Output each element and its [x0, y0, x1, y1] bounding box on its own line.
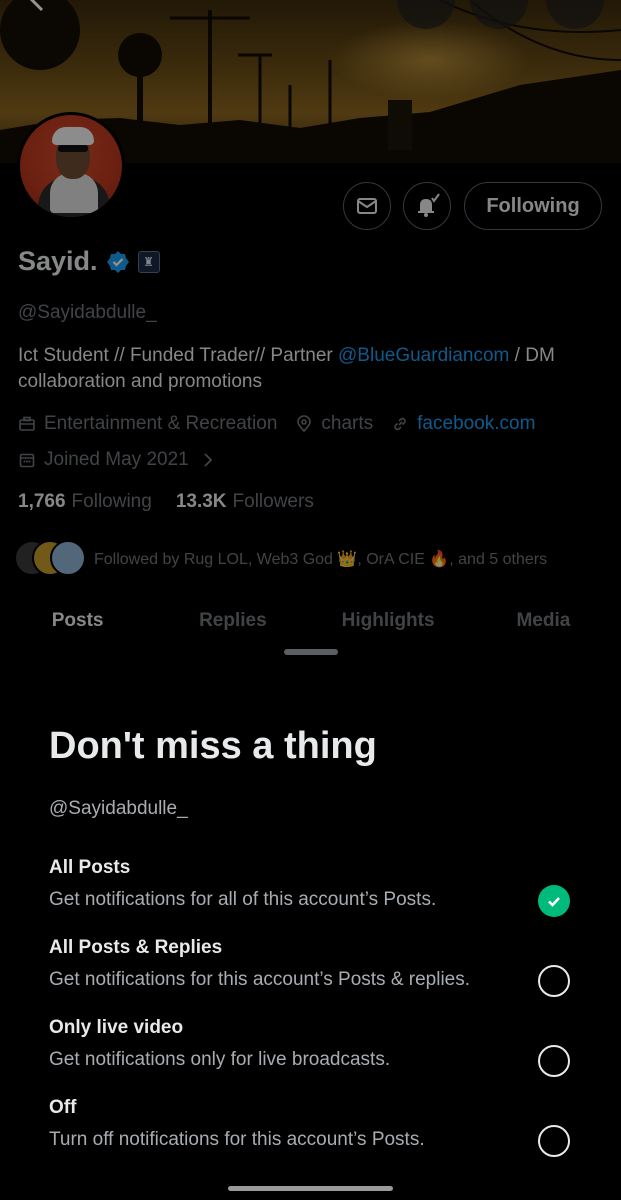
location-icon	[297, 415, 312, 433]
notification-settings-sheet: Don't miss a thing @Sayidabdulle_ All Po…	[0, 649, 621, 1200]
category-item: Entertainment & Recreation	[18, 413, 277, 435]
following-count: 1,766	[18, 491, 66, 512]
category-label: Entertainment & Recreation	[44, 413, 278, 434]
briefcase-icon	[19, 416, 35, 431]
option-description: Get notifications only for live broadcas…	[49, 1049, 391, 1070]
tab-replies[interactable]: Replies	[155, 596, 310, 646]
followers-count: 13.3K	[175, 491, 227, 512]
back-icon[interactable]	[22, 0, 52, 16]
website-item[interactable]: facebook.com	[391, 413, 535, 435]
bell-check-icon	[418, 193, 440, 217]
bio: Ict Student // Funded Trader// Partner @…	[18, 343, 608, 395]
joined-label: Joined May 2021	[44, 449, 189, 470]
calendar-icon	[19, 453, 35, 468]
option-only-live-video[interactable]: Only live video Get notifications only f…	[49, 1017, 589, 1083]
profile-meta-row: Entertainment & Recreation charts facebo…	[18, 413, 545, 435]
option-all-posts-replies[interactable]: All Posts & Replies Get notifications fo…	[49, 937, 589, 1003]
radio-selected[interactable]	[538, 885, 570, 917]
radio-unselected[interactable]	[538, 1125, 570, 1157]
profile-tabs: Posts Replies Highlights Media	[0, 596, 621, 646]
following-label: Following	[71, 491, 152, 512]
joined-row[interactable]: Joined May 2021	[18, 449, 215, 471]
option-title: Only live video	[49, 1017, 184, 1038]
tab-highlights[interactable]: Highlights	[311, 596, 466, 646]
location-label: charts	[321, 413, 374, 434]
bio-mention-link[interactable]: @BlueGuardiancom	[338, 345, 509, 366]
name-row: Sayid. ♜	[18, 246, 160, 277]
radio-unselected[interactable]	[538, 965, 570, 997]
avatar[interactable]	[17, 112, 125, 220]
following-button[interactable]: Following	[464, 182, 602, 230]
sheet-title: Don't miss a thing	[49, 725, 377, 767]
followed-by-row[interactable]: Followed by Rug LOL, Web3 God 👑, OrA CIE…	[14, 540, 547, 578]
following-stat[interactable]: 1,766 Following	[18, 491, 152, 513]
verified-icon[interactable]	[106, 250, 130, 274]
option-title: All Posts	[49, 857, 131, 878]
chevron-right-icon	[204, 453, 212, 467]
message-button[interactable]	[343, 182, 391, 230]
option-description: Get notifications for this account’s Pos…	[49, 969, 471, 990]
website-link[interactable]: facebook.com	[417, 413, 535, 435]
option-title: All Posts & Replies	[49, 937, 223, 958]
followed-by-avatars	[14, 540, 86, 578]
option-off[interactable]: Off Turn off notifications for this acco…	[49, 1097, 589, 1163]
radio-unselected[interactable]	[538, 1045, 570, 1077]
link-icon	[394, 417, 406, 431]
sheet-drag-handle[interactable]	[284, 649, 338, 655]
tab-posts[interactable]: Posts	[0, 596, 155, 646]
system-home-indicator[interactable]	[228, 1186, 393, 1191]
tab-media[interactable]: Media	[466, 596, 621, 646]
notifications-button[interactable]	[403, 182, 451, 230]
location-item: charts	[295, 413, 373, 435]
followers-label: Followers	[232, 491, 314, 512]
option-description: Turn off notifications for this account’…	[49, 1129, 425, 1150]
sheet-handle: @Sayidabdulle_	[49, 798, 188, 819]
option-description: Get notifications for all of this accoun…	[49, 889, 437, 910]
followers-stat[interactable]: 13.3K Followers	[176, 491, 314, 513]
option-title: Off	[49, 1097, 77, 1118]
affiliate-badge-icon[interactable]: ♜	[137, 250, 160, 273]
check-icon	[548, 897, 560, 907]
display-name: Sayid.	[18, 246, 98, 276]
option-all-posts[interactable]: All Posts Get notifications for all of t…	[49, 857, 589, 923]
mail-icon	[357, 198, 377, 214]
followed-by-text: Followed by Rug LOL, Web3 God 👑, OrA CIE…	[94, 551, 548, 568]
bio-text: Ict Student // Funded Trader// Partner	[18, 345, 339, 366]
profile-view: Following Sayid. ♜ @Sayidabdulle_ Ict St…	[0, 0, 621, 655]
profile-handle: @Sayidabdulle_	[18, 302, 157, 323]
follow-stats: 1,766 Following 13.3K Followers	[18, 491, 314, 513]
avatar	[50, 540, 86, 576]
